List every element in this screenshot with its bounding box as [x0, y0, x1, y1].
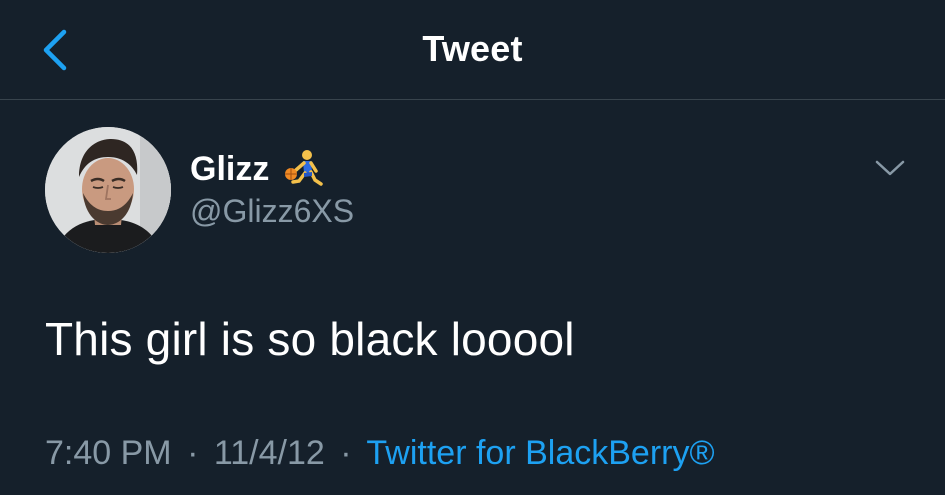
author-display-name[interactable]: Glizz — [190, 150, 269, 189]
meta-separator: · — [340, 434, 352, 472]
tweet-options-button[interactable] — [868, 150, 912, 186]
tweet-meta: 7:40 PM · 11/4/12 · Twitter for BlackBer… — [45, 434, 715, 473]
page-title: Tweet — [422, 28, 523, 69]
tweet-date: 11/4/12 — [213, 434, 325, 472]
author-handle[interactable]: @Glizz6XS — [190, 193, 354, 230]
tweet-text: This girl is so black looool — [45, 313, 575, 365]
top-bar: Tweet — [0, 0, 945, 100]
chevron-down-icon — [875, 160, 905, 176]
tweet-detail-screen: Tweet Glizz @Glizz6XS This girl is so bl… — [0, 0, 945, 495]
meta-separator: · — [187, 434, 199, 472]
basketball-player-emoji-icon — [285, 150, 324, 186]
tweet-source-link[interactable]: Twitter for BlackBerry® — [366, 434, 714, 472]
author-name-row[interactable]: Glizz — [190, 148, 324, 190]
tweet-time: 7:40 PM — [45, 434, 172, 472]
avatar[interactable] — [45, 127, 171, 253]
avatar-photo — [45, 127, 171, 253]
